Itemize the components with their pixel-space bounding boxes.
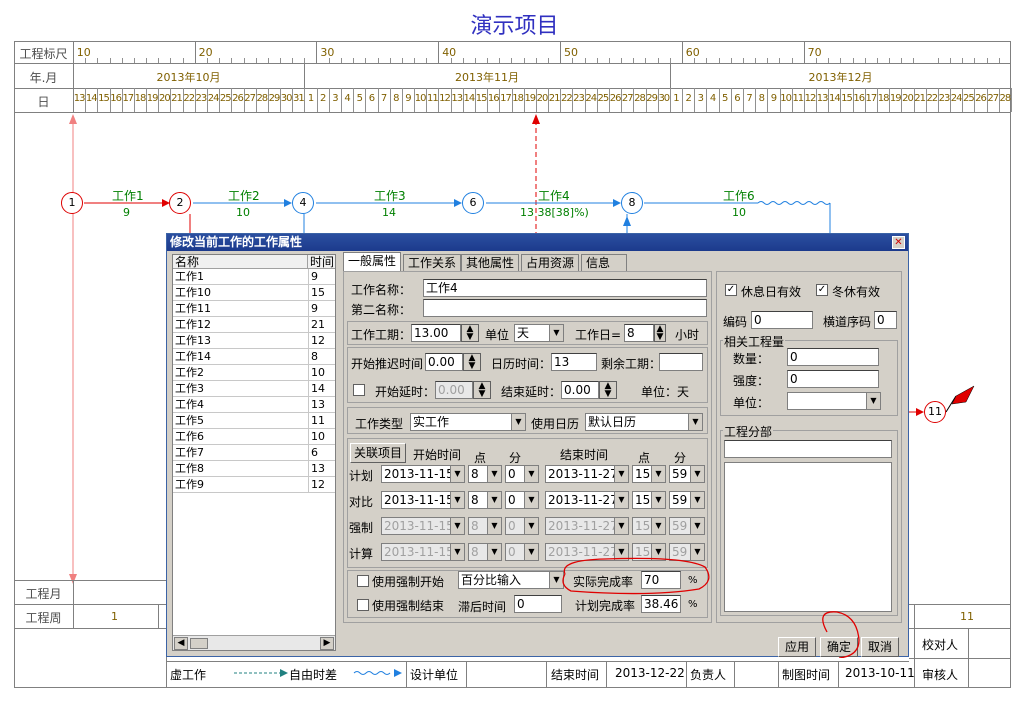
- grid-line: [778, 661, 779, 688]
- node-4[interactable]: 4: [292, 192, 314, 214]
- week-number: 11: [960, 610, 974, 623]
- timeline-arrow-up: [69, 114, 77, 124]
- task-duration: 10: [236, 206, 250, 219]
- gantt-window: 演示项目 工程标尺 年.月 日 10 20 30 40 50 60 70 2013年10月 2…: [0, 0, 1029, 714]
- grid-line: [73, 580, 74, 628]
- node-11[interactable]: 11: [924, 401, 946, 423]
- design-unit-label: 设计单位: [410, 668, 459, 682]
- red-annotation: [562, 557, 860, 658]
- task-name[interactable]: 工作4: [538, 187, 570, 204]
- grid-line: [838, 661, 839, 688]
- legend-free-float: 自由时差: [289, 668, 338, 682]
- grid-line: [166, 661, 909, 662]
- finish-flag: [951, 385, 975, 405]
- task-duration: 10: [732, 206, 746, 219]
- task-name[interactable]: 工作2: [228, 187, 260, 204]
- week-number: 1: [111, 610, 118, 623]
- grid-line: [686, 661, 687, 688]
- owner-label: 负责人: [690, 668, 727, 682]
- today-arrow: [532, 114, 540, 124]
- legend-wave-icon: [353, 669, 402, 677]
- reviewer-label: 审核人: [922, 668, 959, 682]
- free-float-wave: [757, 201, 831, 205]
- node-2[interactable]: 2: [169, 192, 191, 214]
- finish-flag-pole: [945, 395, 957, 413]
- end-time-label: 结束时间: [551, 668, 600, 682]
- task-duration: 13 38[38]%): [520, 206, 589, 219]
- grid-line: [734, 661, 735, 688]
- legend-dummy-work: 虚工作: [170, 668, 207, 682]
- task-name[interactable]: 工作6: [723, 187, 755, 204]
- grid-line: [14, 604, 166, 605]
- node-1[interactable]: 1: [61, 192, 83, 214]
- grid-line: [909, 604, 1011, 605]
- grid-line: [606, 661, 607, 688]
- grid-line: [158, 604, 159, 628]
- project-month-label: 工程月: [25, 587, 62, 601]
- grid-line: [406, 661, 407, 688]
- grid-line: [968, 628, 969, 688]
- draw-time-label: 制图时间: [782, 668, 831, 682]
- task-name[interactable]: 工作3: [374, 187, 406, 204]
- legend-dummy-arrow-icon: [234, 669, 288, 677]
- task-duration: 14: [382, 206, 396, 219]
- end-time-value: 2013-12-22: [615, 666, 685, 680]
- grid-line: [546, 661, 547, 688]
- grid-line: [14, 628, 166, 629]
- work-properties-dialog: 修改当前工作的工作属性 ✕ 名称 时间 工作1 9 工作10 15 工作11 9 工作12 2…: [166, 233, 909, 658]
- node-8[interactable]: 8: [621, 192, 643, 214]
- project-week-label: 工程周: [25, 611, 62, 625]
- grid-line: [466, 661, 467, 688]
- task-name[interactable]: 工作1: [112, 187, 144, 204]
- task-duration: 9: [123, 206, 130, 219]
- draw-time-value: 2013-10-11: [845, 666, 915, 680]
- proofreader-label: 校对人: [922, 638, 959, 652]
- grid-line: [909, 658, 1011, 659]
- grid-line: [14, 580, 166, 581]
- node-6[interactable]: 6: [462, 192, 484, 214]
- grid-line: [909, 628, 1011, 629]
